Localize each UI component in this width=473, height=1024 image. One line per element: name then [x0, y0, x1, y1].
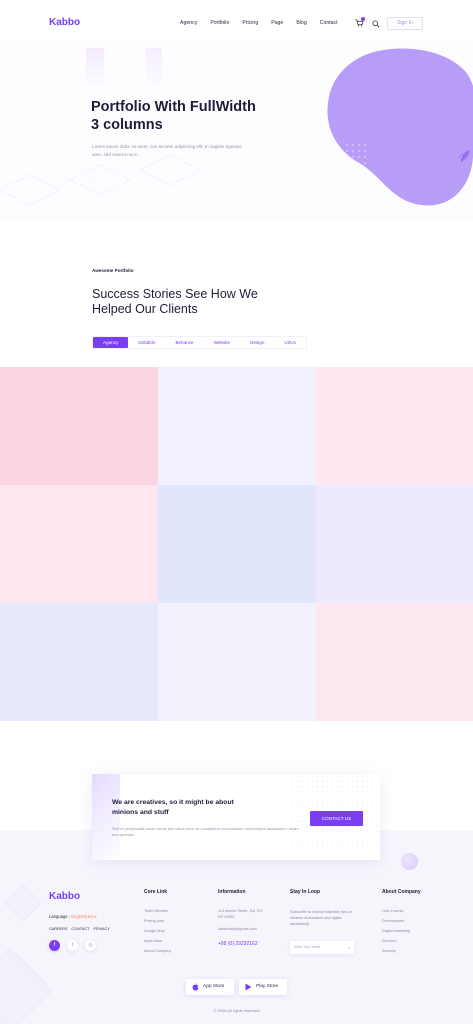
leaf-icon [458, 150, 470, 162]
app-store-label: App Store [203, 984, 225, 989]
portfolio-tile[interactable] [0, 367, 158, 485]
hero-title: Portfolio With FullWidth 3 columns [91, 99, 256, 133]
facebook-icon[interactable]: f [49, 940, 60, 951]
play-store-button[interactable]: Play Store [239, 979, 287, 995]
nav-page[interactable]: Page [271, 20, 283, 26]
hero-decoration [86, 48, 104, 86]
hero-description: Lorem ipsum dolor sit amet, con sectetu … [92, 144, 242, 157]
email-placeholder: Write Your email [294, 945, 321, 949]
hero-blob-shape [327, 48, 473, 206]
about-company-item[interactable]: Development [382, 919, 410, 929]
portfolio-eyebrow: Awesome Portfolio [92, 268, 134, 273]
core-link-item[interactable]: Google Map [144, 929, 171, 939]
logo[interactable]: Kabbo [49, 17, 80, 28]
filter-website[interactable]: Website [204, 337, 241, 348]
nav-portfolio[interactable]: Portfolio [210, 20, 229, 26]
core-link-item[interactable]: About Company [144, 949, 171, 959]
play-store-label: Play Store [256, 984, 279, 989]
portfolio-tile[interactable] [158, 367, 316, 485]
information-email[interactable]: kabbohelp@gmail.com [218, 927, 257, 931]
instagram-icon[interactable]: ◎ [85, 940, 96, 951]
main-nav: Agency Portfolio Pricing Page Blog Conta… [180, 20, 351, 26]
core-link-list: Team Member Pricing plan Google Map Apps… [144, 909, 171, 959]
cta-card: We are creatives, so it might be about m… [92, 774, 380, 860]
cta-description: Sed ut perspiciatis unde omnis iste natu… [112, 826, 299, 837]
information-address: 113 minnie Street, Sol 7Z3 NY 20052 [218, 909, 263, 919]
stay-in-loop-description: Subscribe to receive biweekly tips on cr… [290, 910, 353, 926]
portfolio-tile[interactable] [158, 603, 316, 721]
footer-logo[interactable]: Kabbo [49, 891, 80, 902]
search-icon[interactable] [372, 20, 380, 28]
filter-behance[interactable]: Behance [165, 337, 203, 348]
about-company-item[interactable]: Services [382, 939, 410, 949]
nav-contact[interactable]: Contact [320, 20, 338, 26]
footer-link-contact[interactable]: CONTACT [71, 927, 89, 931]
arrow-right-icon[interactable]: › [348, 941, 350, 954]
portfolio-grid [0, 367, 473, 721]
language-selector[interactable]: Language : English(UK) ▾ [49, 914, 97, 919]
information-title: Information [218, 889, 246, 895]
filter-ui-ux[interactable]: UI/Ux [274, 337, 305, 348]
nav-agency[interactable]: Agency [180, 20, 197, 26]
about-company-item[interactable]: How it works [382, 909, 410, 919]
nav-pricing[interactable]: Pricing [242, 20, 258, 26]
sign-in-button[interactable]: Sign In [387, 17, 423, 30]
about-company-item[interactable]: Digital marketing [382, 929, 410, 939]
play-icon [245, 983, 252, 991]
portfolio-tile[interactable] [316, 485, 473, 603]
portfolio-title: Success Stories See How We Helped Our Cl… [92, 287, 258, 316]
newsletter-email-input[interactable]: Write Your email › [290, 941, 354, 954]
cart-badge [361, 17, 365, 21]
core-link-item[interactable]: Pricing plan [144, 919, 171, 929]
twitter-icon[interactable]: t [67, 940, 78, 951]
footer-links: CAREERS CONTACT PRIVACY [49, 927, 110, 931]
portfolio-filters: Agency Dribbble Behance Website Design U… [92, 336, 307, 349]
decoration-bubble [401, 853, 418, 870]
core-link-item[interactable]: Team Member [144, 909, 171, 919]
about-company-list: How it works Development Digital marketi… [382, 909, 410, 959]
about-company-item[interactable]: Security [382, 949, 410, 959]
app-store-button[interactable]: App Store [186, 979, 234, 995]
nav-blog[interactable]: Blog [296, 20, 306, 26]
language-value[interactable]: English(UK) ▾ [71, 914, 97, 919]
portfolio-tile[interactable] [158, 485, 316, 603]
core-link-item[interactable]: Apps store [144, 939, 171, 949]
apple-icon [192, 983, 199, 991]
portfolio-tile[interactable] [316, 367, 473, 485]
hero-pattern [0, 154, 201, 206]
hero-decoration [146, 48, 162, 86]
portfolio-tile[interactable] [0, 603, 158, 721]
filter-agency[interactable]: Agency [93, 337, 129, 348]
stay-in-loop-title: Stay In Loop [290, 889, 320, 895]
information-phone[interactable]: +88 (0) 29292162 [218, 941, 258, 947]
portfolio-tile[interactable] [316, 603, 473, 721]
language-label: Language : [49, 914, 70, 919]
contact-us-button[interactable]: CONTACT US [310, 811, 363, 826]
core-link-title: Core Link [144, 889, 168, 895]
footer-link-privacy[interactable]: PRIVACY [93, 927, 109, 931]
footer-link-careers[interactable]: CAREERS [49, 927, 67, 931]
portfolio-tile[interactable] [0, 485, 158, 603]
copyright: © 2018 All rights reserved [213, 1008, 260, 1013]
cta-title: We are creatives, so it might be about m… [112, 799, 234, 816]
filter-design[interactable]: Design [240, 337, 274, 348]
about-company-title: About Company [382, 889, 421, 895]
filter-dribbble[interactable]: Dribbble [128, 337, 165, 348]
